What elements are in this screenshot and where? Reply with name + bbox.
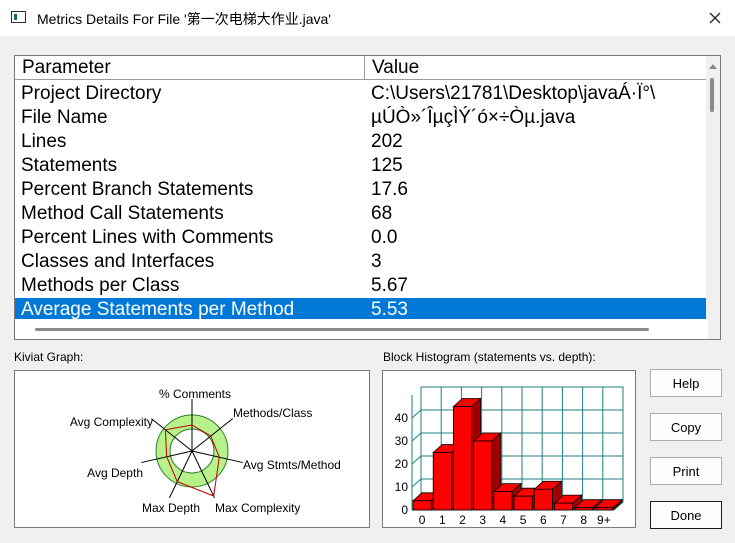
table-row[interactable]: Project Directory C:\Users\21781\Desktop\…	[15, 82, 708, 106]
value-cell: 0.0	[371, 227, 398, 248]
kiviat-chart: % CommentsMethods/Class Avg Stmts/Method M…	[70, 387, 341, 515]
kiviat-axis-label: Max Depth	[142, 501, 200, 515]
x-tick-label: 5	[520, 513, 527, 527]
value-cell: 125	[371, 155, 403, 176]
x-tick-label: 1	[439, 513, 446, 527]
app-icon	[11, 11, 26, 23]
value-cell: µÚÒ»´ÎµçÌÝ´ó×÷Òµ.java	[371, 107, 576, 128]
title-bar: Metrics Details For File '第一次电梯大作业.java'	[0, 0, 735, 36]
copy-button[interactable]: Copy	[650, 413, 722, 441]
value-cell: 5.67	[371, 275, 408, 296]
table-row[interactable]: Classes and Interfaces 3	[15, 250, 708, 274]
table-row[interactable]: Method Call Statements 68	[15, 202, 708, 226]
block-histogram: 0 10 20 30 40 0 1 2 3 4 5 6 7 8 9+	[382, 370, 636, 528]
print-button[interactable]: Print	[650, 457, 722, 485]
x-tick-label: 4	[500, 513, 507, 527]
kiviat-axis-label: Methods/Class	[233, 406, 312, 420]
kiviat-axis-label: Avg Complexity	[70, 415, 153, 429]
table-row[interactable]: File Name µÚÒ»´ÎµçÌÝ´ó×÷Òµ.java	[15, 106, 708, 130]
histogram-label: Block Histogram (statements vs. depth):	[383, 350, 596, 364]
parameter-cell: File Name	[21, 107, 108, 128]
y-tick-label: 10	[395, 480, 409, 494]
y-tick-label: 20	[395, 457, 409, 471]
table-header: Parameter Value	[15, 56, 708, 80]
kiviat-axis-label: Avg Stmts/Method	[243, 458, 341, 472]
horizontal-scroll-thumb[interactable]	[35, 328, 649, 331]
parameter-cell: Percent Lines with Comments	[21, 227, 274, 248]
value-cell: 3	[371, 251, 382, 272]
parameter-cell: Lines	[21, 131, 67, 152]
parameter-cell: Project Directory	[21, 83, 162, 104]
table-body: Project Directory C:\Users\21781\Desktop\…	[15, 82, 708, 322]
horizontal-scrollbar[interactable]	[15, 319, 708, 339]
table-row[interactable]: Lines 202	[15, 130, 708, 154]
window-title: Metrics Details For File '第一次电梯大作业.java'	[37, 11, 331, 27]
parameter-cell: Percent Branch Statements	[21, 179, 254, 200]
column-header-parameter[interactable]: Parameter	[15, 56, 364, 79]
value-cell: 17.6	[371, 179, 408, 200]
table-row[interactable]: Methods per Class 5.67	[15, 274, 708, 298]
parameter-cell: Classes and Interfaces	[21, 251, 215, 272]
vertical-scrollbar[interactable]	[706, 56, 720, 339]
x-tick-label: 0	[419, 513, 426, 527]
table-row[interactable]: Percent Branch Statements 17.6	[15, 178, 708, 202]
table-row[interactable]: Statements 125	[15, 154, 708, 178]
x-tick-label: 7	[560, 513, 567, 527]
histogram-chart: 0102030400 1 2 3 4 5 6 7 8 9+	[395, 386, 624, 527]
x-tick-label: 2	[459, 513, 466, 527]
done-button[interactable]: Done	[650, 501, 722, 529]
x-tick-label: 9+	[597, 513, 611, 527]
y-tick-label: 40	[395, 411, 409, 425]
value-cell: C:\Users\21781\Desktop\javaÁ·Ï°\	[371, 83, 656, 104]
value-cell: 202	[371, 131, 403, 152]
parameter-cell: Methods per Class	[21, 275, 180, 296]
column-header-value[interactable]: Value	[365, 56, 708, 79]
table-row[interactable]: Percent Lines with Comments 0.0	[15, 226, 708, 250]
metrics-table[interactable]: Parameter Value Project Directory C:\User…	[14, 55, 721, 340]
kiviat-axis-label: Avg Depth	[87, 466, 143, 480]
x-tick-label: 8	[580, 513, 587, 527]
parameter-cell: Statements	[21, 155, 118, 176]
close-button[interactable]	[700, 4, 730, 32]
value-cell: 68	[371, 203, 393, 224]
kiviat-label: Kiviat Graph:	[14, 350, 84, 364]
kiviat-axis-label: Max Complexity	[215, 501, 300, 515]
y-tick-label: 0	[401, 503, 408, 517]
close-icon	[709, 12, 721, 24]
parameter-cell: Method Call Statements	[21, 203, 224, 224]
x-tick-label: 6	[540, 513, 547, 527]
scroll-up-icon[interactable]	[709, 64, 717, 69]
kiviat-graph: % Comments Methods/Class Avg Stmts/Method M…	[14, 370, 370, 528]
vertical-scroll-thumb[interactable]	[710, 78, 714, 112]
y-tick-label: 30	[395, 434, 409, 448]
x-tick-label: 3	[479, 513, 486, 527]
help-button[interactable]: Help	[650, 369, 722, 397]
kiviat-axis-label: % Comments	[159, 387, 231, 401]
